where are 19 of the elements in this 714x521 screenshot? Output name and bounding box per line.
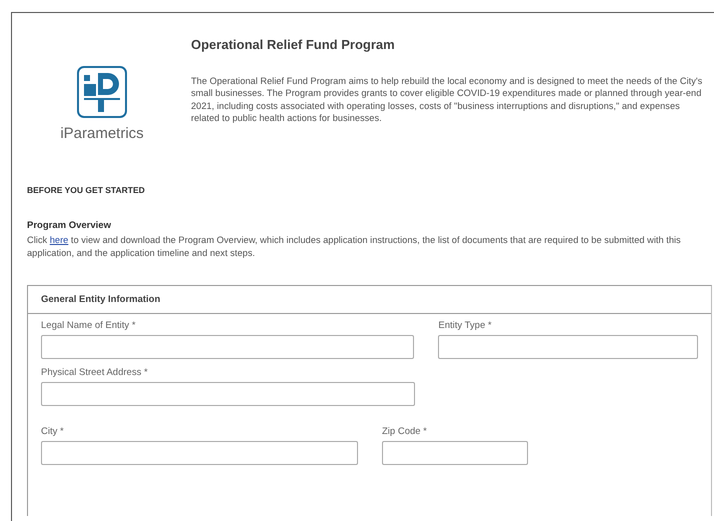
field-label: City *: [41, 426, 65, 437]
field-label: Zip Code *: [382, 426, 428, 437]
here-link[interactable]: here: [50, 235, 68, 245]
overview-title: Program Overview: [27, 220, 112, 231]
input-field[interactable]: [41, 335, 414, 359]
logo-icon: [76, 65, 128, 119]
section-heading: BEFORE YOU GET STARTED: [27, 185, 146, 195]
description-text: The Operational Relief Fund Program aims to help rebuild the local economy and is designed to meet the needs of the City's small businesses. The Program provides grants to cover eligible COVID-19 expenditures made or planned through year-end 2021, including costs associated with operating losses, costs of "business interruptions and disruptions," and expenses related to public health actions for businesses.: [191, 75, 704, 125]
field-label: Physical Street Address *: [41, 367, 149, 378]
panel-header: General Entity Information: [28, 286, 711, 314]
input-field[interactable]: [41, 382, 415, 406]
page-title: Operational Relief Fund Program: [191, 37, 396, 52]
field-label: Entity Type *: [438, 320, 493, 331]
logo-text: iParametrics: [60, 125, 144, 142]
input-field[interactable]: [41, 441, 358, 465]
input-field[interactable]: [382, 441, 528, 465]
input-field[interactable]: [438, 335, 698, 359]
overview-text: Click here to view and download the Program Overview, which includes application instructions, the list of documents that are required to be submitted with this application, and the application timeline and next steps.: [27, 234, 682, 260]
field-label: Legal Name of Entity *: [41, 320, 137, 331]
